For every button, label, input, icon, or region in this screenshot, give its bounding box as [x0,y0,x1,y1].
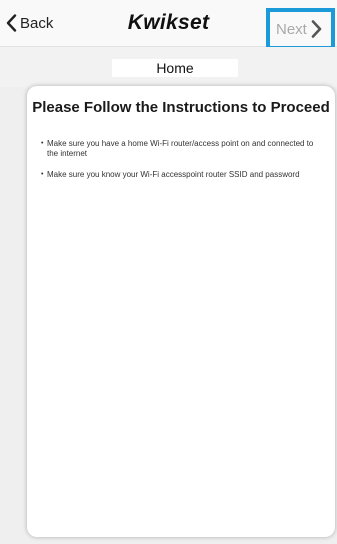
page-title: Home [112,59,238,77]
back-button[interactable]: Back [6,0,53,46]
chevron-left-icon [6,14,17,32]
instructions-card: Please Follow the Instructions to Procee… [27,86,335,537]
instruction-item: Make sure you know your Wi-Fi accesspoin… [41,170,315,180]
next-label: Next [276,20,307,38]
chevron-right-icon [311,20,322,38]
next-button[interactable]: Next [266,8,335,50]
back-label: Back [20,14,54,32]
instructions-list: Make sure you have a home Wi-Fi router/a… [41,139,315,192]
card-title: Please Follow the Instructions to Procee… [32,99,330,116]
instruction-item: Make sure you have a home Wi-Fi router/a… [41,139,315,158]
